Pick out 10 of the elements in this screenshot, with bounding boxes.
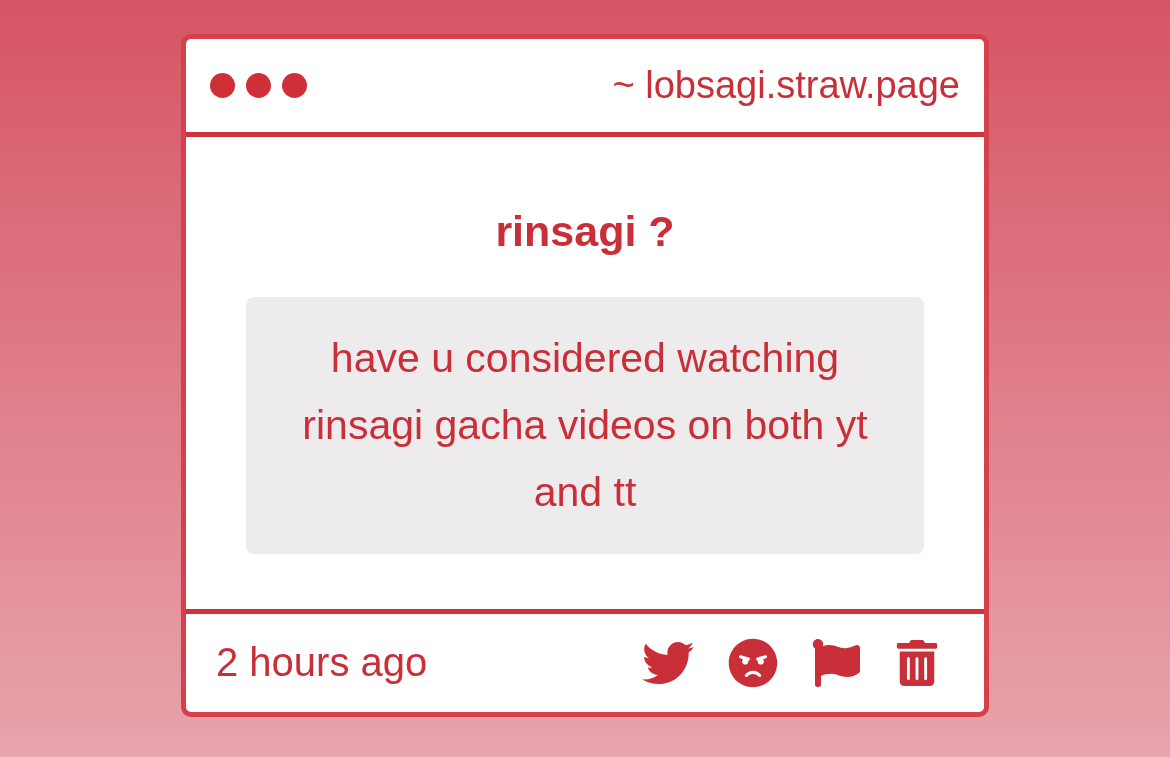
message-text: have u considered watching rinsagi gacha videos on both yt and tt bbox=[246, 296, 924, 554]
timestamp: 2 hours ago bbox=[216, 640, 428, 685]
flag-icon[interactable] bbox=[812, 638, 860, 687]
question-title: rinsagi ? bbox=[495, 205, 675, 257]
dot-icon bbox=[210, 72, 235, 98]
dot-icon bbox=[282, 72, 307, 98]
angry-face-icon[interactable] bbox=[728, 637, 778, 688]
dot-icon bbox=[246, 72, 271, 98]
trash-icon[interactable] bbox=[894, 639, 940, 686]
page-url: ~ lobsagi.straw.page bbox=[612, 63, 960, 107]
